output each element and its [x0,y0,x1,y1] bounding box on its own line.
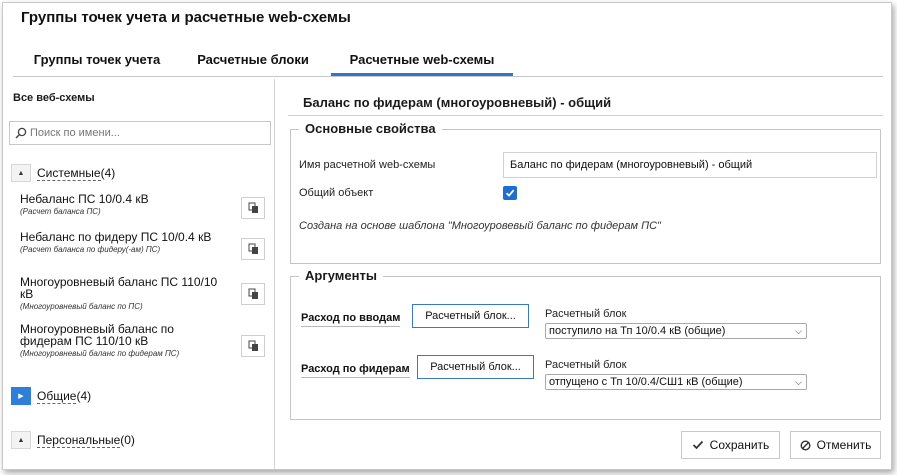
tab-bar: Группы точек учета Расчетные блоки Расче… [13,43,883,77]
schemes-sidebar: Все веб-схемы ▲ Системные(4) Небаланс ПС… [3,79,275,469]
search-input[interactable] [30,124,266,142]
search-box [9,121,271,145]
calc-block-button-feeders[interactable]: Расчетный блок... [417,355,534,379]
group-label: Системные [37,165,101,181]
name-label: Имя расчетной web-схемы [299,159,436,171]
copy-button[interactable] [241,197,265,219]
copy-icon [248,202,258,213]
scheme-title: Баланс по фидерам (многоуровневый) - общ… [303,95,612,110]
select-value: поступило на Тп 10/0.4 кВ (общие) [549,325,726,337]
item-subtitle: (Расчет баланса по фидеру(-ам) ПС) [20,245,161,254]
item-subtitle: (Расчет баланса ПС) [20,207,101,216]
argument-label-feeders: Расход по фидерам [301,363,410,378]
properties-legend: Основные свойства [299,121,442,136]
group-label: Общие [37,388,77,404]
group-shared[interactable]: ▶ Общие (4) [11,386,91,406]
search-icon [15,127,27,139]
window-title: Группы точек учета и расчетные web-схемы [21,9,351,26]
argument-label-inputs: Расход по вводам [301,312,401,327]
copy-icon [248,340,258,351]
save-label: Сохранить [709,438,770,452]
group-count: (4) [76,389,92,403]
tab-meter-groups[interactable]: Группы точек учета [17,43,177,76]
copy-button[interactable] [241,335,265,357]
checkmark-icon [692,440,703,450]
template-note: Создана на основе шаблона "Многоуровевый… [299,220,661,232]
group-personal[interactable]: ▲ Персональные (0) [11,430,135,450]
sidebar-title: Все веб-схемы [13,92,95,104]
save-button[interactable]: Сохранить [681,431,780,459]
list-item[interactable]: Небаланс по фидеру ПС 10/0.4 кВ (Расчет … [20,231,220,255]
list-item[interactable]: Небаланс ПС 10/0.4 кВ (Расчет баланса ПС… [20,193,220,217]
select-caption: Расчетный блок [545,359,627,371]
scheme-details: Баланс по фидерам (многоуровневый) - общ… [288,79,883,469]
copy-button[interactable] [241,283,265,305]
checkmark-icon [505,189,515,197]
group-system[interactable]: ▲ Системные (4) [11,163,115,183]
chevron-down-icon: ⌵ [795,326,802,336]
item-title: Небаланс ПС 10/0.4 кВ [20,192,149,206]
calc-block-select-feeders[interactable]: отпущено с Тп 10/0.4/СШ1 кВ (общие) ⌵ [545,374,807,390]
select-caption: Расчетный блок [545,308,627,320]
list-item[interactable]: Многоуровневый баланс ПС 110/10 кВ (Мног… [20,276,220,312]
arguments-legend: Аргументы [299,268,383,283]
caret-up-icon[interactable]: ▲ [11,431,31,449]
arguments-fieldset: Аргументы Расход по вводам Расчетный бло… [290,268,881,420]
item-title: Многоуровневый баланс ПС 110/10 кВ [20,275,218,301]
chevron-down-icon: ⌵ [795,377,802,387]
dialog-window: Группы точек учета и расчетные web-схемы… [2,2,892,470]
copy-icon [248,288,258,299]
caret-right-icon[interactable]: ▶ [11,387,31,405]
shared-label: Общий объект [299,187,374,199]
cancel-icon [800,439,811,451]
list-item[interactable]: Многоуровневый баланс по фидерам ПС 110/… [20,323,220,359]
group-count: (0) [120,433,135,447]
scheme-name-field[interactable]: Баланс по фидерам (многоуровневый) - общ… [503,152,877,178]
properties-fieldset: Основные свойства Имя расчетной web-схем… [290,121,881,264]
tab-web-schemes[interactable]: Расчетные web-схемы [331,43,513,76]
divider [288,115,883,116]
tab-calc-blocks[interactable]: Расчетные блоки [185,43,321,76]
select-value: отпущено с Тп 10/0.4/СШ1 кВ (общие) [549,376,743,388]
item-title: Небаланс по фидеру ПС 10/0.4 кВ [20,230,212,244]
group-label: Персональные [37,432,121,448]
calc-block-button-inputs[interactable]: Расчетный блок... [412,304,529,328]
copy-button[interactable] [241,238,265,260]
item-title: Многоуровневый баланс по фидерам ПС 110/… [20,322,174,348]
item-subtitle: (Многоуровневый баланс по фидерам ПС) [20,349,180,358]
group-count: (4) [100,166,116,180]
item-subtitle: (Многоуровневый баланс по ПС) [20,302,143,311]
cancel-label: Отменить [816,438,872,452]
calc-block-select-inputs[interactable]: поступило на Тп 10/0.4 кВ (общие) ⌵ [545,323,807,339]
caret-up-icon[interactable]: ▲ [11,164,31,182]
cancel-button[interactable]: Отменить [790,431,881,459]
copy-icon [248,243,258,254]
shared-checkbox[interactable] [503,186,517,200]
